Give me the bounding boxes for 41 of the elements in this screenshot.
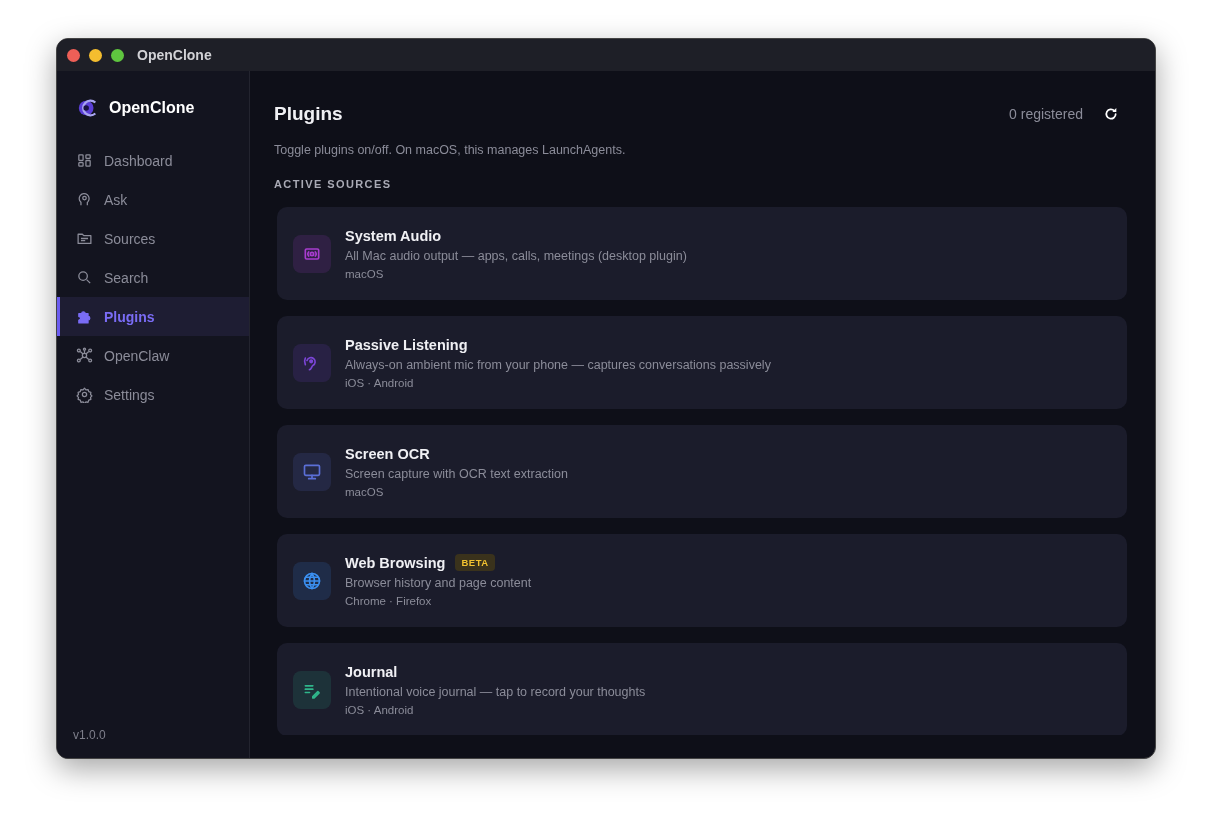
network-icon [76, 347, 93, 364]
refresh-icon[interactable] [1103, 106, 1119, 122]
nav-item[interactable]: Plugins [57, 297, 249, 336]
dashboard-icon [76, 152, 93, 169]
head-icon [76, 191, 93, 208]
logo-icon [77, 97, 99, 119]
page-description: Toggle plugins on/off. On macOS, this manages LaunchAgents. [274, 143, 627, 157]
plugin-description: Intentional voice journal — tap to record your thoughts [345, 684, 646, 699]
plugin-description: All Mac audio output — apps, calls, meetings (desktop plugin) [345, 248, 687, 263]
registered-count: 0 registered [1009, 106, 1083, 122]
beta-badge: BETA [455, 554, 495, 571]
app-name: OpenClone [109, 99, 195, 117]
nav-item[interactable]: OpenClaw [57, 336, 249, 375]
window-title: OpenClone [137, 47, 212, 63]
platform-label: macOS [345, 485, 385, 498]
nav-item[interactable]: Settings [57, 375, 249, 414]
nav-item[interactable]: Sources [57, 219, 249, 258]
platform-label: iOS · Android [345, 376, 415, 389]
plugin-name: Screen OCR [345, 445, 430, 462]
platform-label: macOS [345, 267, 385, 280]
platform-label: iOS · Android [345, 703, 415, 716]
close-button[interactable] [67, 48, 80, 62]
page-title: Plugins [274, 103, 343, 125]
nav-item[interactable]: Search [57, 258, 249, 297]
zoom-button[interactable] [111, 48, 124, 62]
puzzle-icon [76, 308, 93, 325]
plugin-description: Browser history and page content [345, 576, 532, 590]
nav-item[interactable]: Dashboard [57, 141, 249, 180]
plugin-name: Journal [345, 663, 398, 680]
search-icon [76, 269, 93, 286]
plugin-name: System Audio [345, 227, 442, 244]
nav-item[interactable]: Ask [57, 180, 249, 219]
section-heading: ACTIVE SOURCES [274, 178, 393, 190]
version-label: v1.0.0 [72, 728, 107, 744]
settings-icon [76, 386, 93, 403]
plugin-name: Passive Listening [345, 336, 468, 353]
minimize-button[interactable] [89, 48, 102, 62]
plugin-description: Screen capture with OCR text extraction [345, 466, 568, 481]
plugin-name: Web Browsing [345, 554, 446, 571]
platform-label: Chrome · Firefox [345, 595, 433, 607]
plugin-description: Always-on ambient mic from your phone — captures conversations passively [345, 357, 771, 372]
